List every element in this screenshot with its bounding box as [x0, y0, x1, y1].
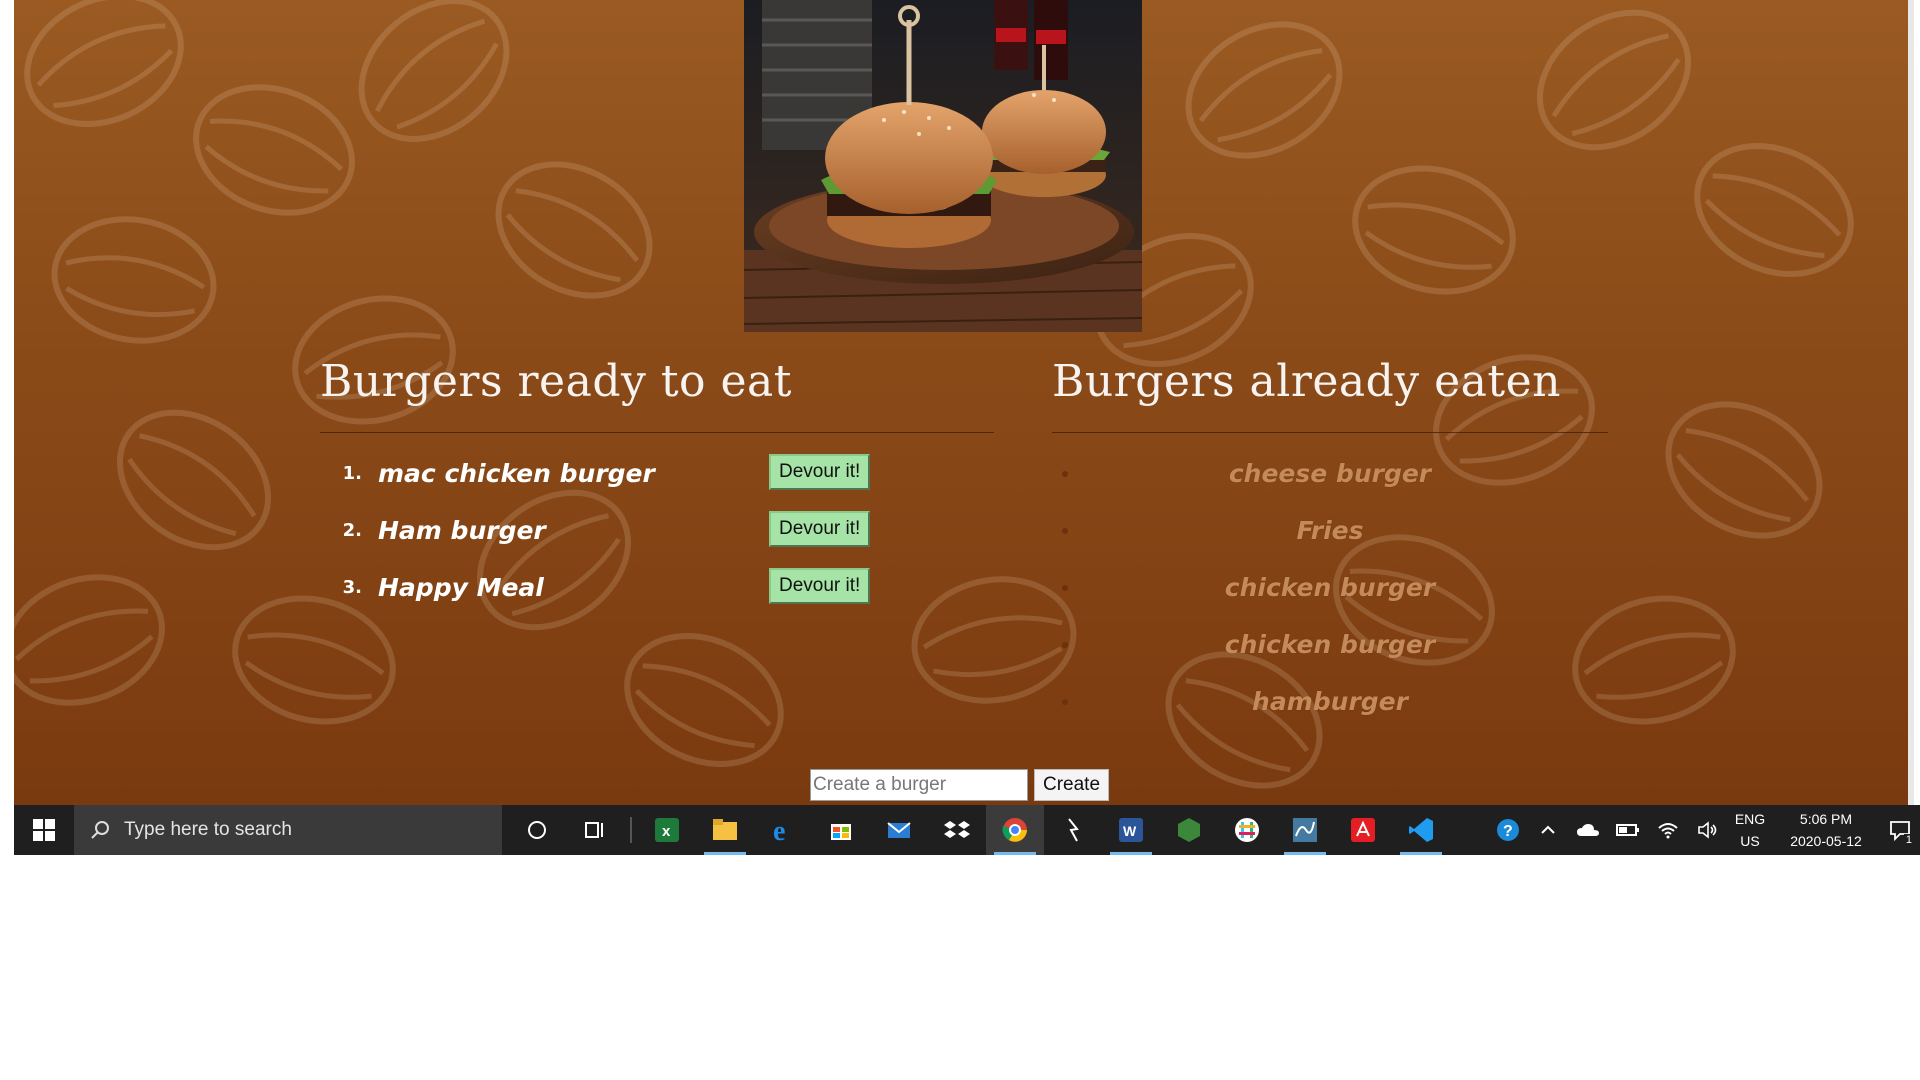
svg-text:W: W [1123, 823, 1137, 839]
ready-item: 3. Happy Meal Devour it! [320, 559, 994, 616]
clock-time: 5:06 PM [1799, 811, 1853, 827]
cortana-icon[interactable] [508, 805, 566, 855]
file-explorer-icon[interactable] [696, 805, 754, 855]
eaten-column: Burgers already eaten cheese burger Frie… [1052, 346, 1608, 730]
taskbar-apps: x e W [508, 805, 1450, 855]
burger-name: Happy Meal [378, 573, 544, 602]
svg-text:x: x [662, 823, 671, 840]
svg-text:e: e [773, 816, 785, 844]
ready-list: 1. mac chicken burger Devour it! 2. Ham … [320, 445, 994, 616]
screen: Burgers ready to eat 1. mac chicken burg… [14, 0, 1920, 855]
store-icon[interactable] [812, 805, 870, 855]
volume-icon[interactable] [1688, 805, 1728, 855]
eaten-burger-name: hamburger [1252, 687, 1408, 716]
create-burger-form: Create [810, 769, 1110, 801]
bullet-icon [1062, 527, 1068, 534]
mail-icon[interactable] [870, 805, 928, 855]
eaten-burger-name: chicken burger [1224, 573, 1436, 602]
node-icon[interactable] [1160, 805, 1218, 855]
terminal-icon[interactable] [1044, 805, 1102, 855]
eaten-item: chicken burger [1052, 559, 1608, 616]
scrollbar[interactable] [1908, 0, 1914, 805]
acrobat-icon[interactable] [1334, 805, 1392, 855]
task-view-icon[interactable] [566, 805, 624, 855]
mysql-workbench-icon[interactable] [1276, 805, 1334, 855]
search-placeholder: Type here to search [124, 819, 292, 840]
devour-button[interactable]: Devour it! [769, 511, 871, 547]
eaten-burger-name: chicken burger [1224, 630, 1436, 659]
clock[interactable]: 5:06 PM 2020-05-12 [1772, 808, 1880, 852]
eaten-item: cheese burger [1052, 445, 1608, 502]
create-button[interactable]: Create [1034, 769, 1110, 801]
ready-column: Burgers ready to eat 1. mac chicken burg… [320, 346, 994, 616]
create-burger-input[interactable] [810, 769, 1028, 801]
taskbar: Type here to search x e W ? ENG US 5:06 … [14, 805, 1920, 855]
chevron-up-icon[interactable] [1528, 805, 1568, 855]
notification-icon[interactable]: 1 [1880, 805, 1920, 855]
eaten-item: hamburger [1052, 673, 1608, 730]
list-number: 1. [342, 463, 362, 484]
ready-title: Burgers ready to eat [320, 346, 994, 433]
edge-icon[interactable]: e [754, 805, 812, 855]
list-number: 3. [342, 577, 362, 598]
eaten-burger-name: cheese burger [1228, 459, 1432, 488]
language-code: ENG [1734, 811, 1766, 827]
system-tray: ? ENG US 5:06 PM 2020-05-12 1 [1488, 805, 1920, 855]
eaten-item: Fries [1052, 502, 1608, 559]
dropbox-icon[interactable] [928, 805, 986, 855]
devour-button[interactable]: Devour it! [769, 454, 871, 490]
burger-name: Ham burger [378, 516, 546, 545]
ready-item: 1. mac chicken burger Devour it! [320, 445, 994, 502]
notification-count: 1 [1903, 834, 1914, 846]
windows-start-button[interactable] [14, 805, 74, 855]
bullet-icon [1062, 698, 1068, 705]
svg-text:?: ? [1503, 823, 1513, 840]
language-indicator[interactable]: ENG US [1728, 808, 1772, 852]
bullet-icon [1062, 584, 1068, 591]
excel-icon[interactable]: x [638, 805, 696, 855]
region-code: US [1740, 833, 1760, 849]
eaten-title: Burgers already eaten [1052, 346, 1608, 433]
eaten-item: chicken burger [1052, 616, 1608, 673]
bullet-icon [1062, 470, 1068, 477]
eaten-list: cheese burger Fries chicken burger chick… [1052, 445, 1608, 730]
onedrive-icon[interactable] [1568, 805, 1608, 855]
ready-item: 2. Ham burger Devour it! [320, 502, 994, 559]
word-icon[interactable]: W [1102, 805, 1160, 855]
taskbar-search[interactable]: Type here to search [74, 805, 502, 855]
list-number: 2. [342, 520, 362, 541]
windows-logo-icon [33, 819, 55, 841]
browser-viewport: Burgers ready to eat 1. mac chicken burg… [14, 0, 1914, 805]
hero-burger-image [744, 0, 1142, 332]
bullet-icon [1062, 641, 1068, 648]
help-icon[interactable]: ? [1488, 805, 1528, 855]
separator [624, 805, 638, 855]
devour-button[interactable]: Devour it! [769, 568, 871, 604]
search-icon [91, 821, 109, 839]
slack-icon[interactable] [1218, 805, 1276, 855]
burger-name: mac chicken burger [378, 459, 655, 488]
vscode-icon[interactable] [1392, 805, 1450, 855]
eaten-burger-name: Fries [1296, 516, 1364, 545]
wifi-icon[interactable] [1648, 805, 1688, 855]
chrome-icon[interactable] [986, 805, 1044, 855]
clock-date: 2020-05-12 [1790, 833, 1862, 849]
battery-icon[interactable] [1608, 805, 1648, 855]
